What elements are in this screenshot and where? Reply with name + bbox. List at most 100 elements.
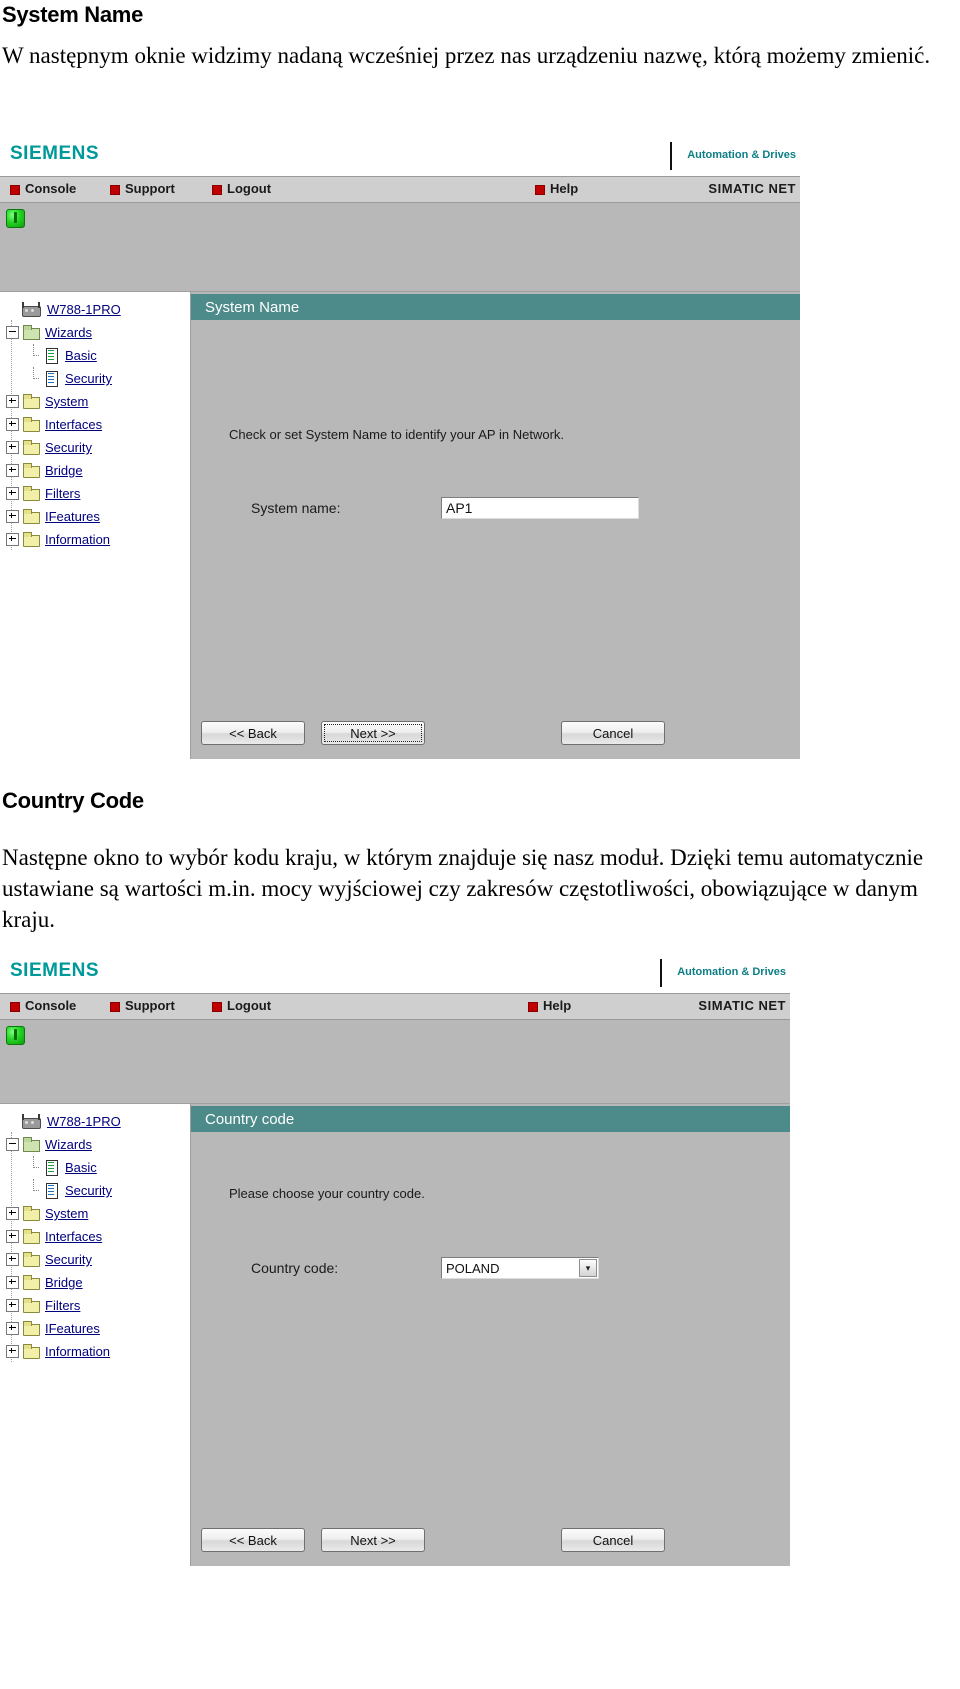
expander-minus-icon[interactable] <box>6 1138 19 1151</box>
tree-item-information[interactable]: Information <box>0 528 190 551</box>
menu-item-support[interactable]: Support <box>110 181 175 196</box>
automation-drives-tagline: Automation & Drives <box>677 966 786 978</box>
tree-item-wizards[interactable]: Wizards <box>0 321 190 344</box>
folder-icon <box>22 1344 40 1359</box>
chevron-down-icon[interactable]: ▾ <box>579 1259 597 1277</box>
next-button[interactable]: Next >> <box>321 721 425 745</box>
menu-item-support[interactable]: Support <box>110 998 175 1013</box>
tree-item-security-wizard[interactable]: Security <box>0 1179 190 1202</box>
folder-icon <box>22 486 40 501</box>
folder-icon <box>22 1298 40 1313</box>
folder-icon <box>22 532 40 547</box>
tree-item-label: W788-1PRO <box>47 1114 121 1129</box>
status-led-icon <box>6 209 25 228</box>
siemens-logo: SIEMENS <box>10 960 100 981</box>
tree-item-filters[interactable]: Filters <box>0 1294 190 1317</box>
brand-bar: SIEMENS Automation & Drives <box>0 955 790 993</box>
page-blue-icon <box>42 371 60 387</box>
expander-plus-icon[interactable] <box>6 418 19 431</box>
panel-description: Check or set System Name to identify you… <box>229 427 565 442</box>
product-label-simatic-net: SIMATIC NET <box>698 998 786 1013</box>
tree-item-bridge[interactable]: Bridge <box>0 459 190 482</box>
tree-connector-icon <box>28 1156 39 1173</box>
expander-plus-icon[interactable] <box>6 1230 19 1243</box>
page-blue-icon <box>42 1183 60 1199</box>
tree-item-label: Wizards <box>45 325 92 340</box>
tree-item-system[interactable]: System <box>0 390 190 413</box>
tree-connector-icon <box>28 344 39 361</box>
tree-item-w788-1pro[interactable]: W788-1PRO <box>0 1110 190 1133</box>
tree-item-label: Bridge <box>45 1275 83 1290</box>
menu-item-help[interactable]: Help <box>535 181 578 196</box>
expander-plus-icon[interactable] <box>6 1322 19 1335</box>
tree-item-label: Basic <box>65 1160 97 1175</box>
back-button[interactable]: << Back <box>201 1528 305 1552</box>
tree-item-basic[interactable]: Basic <box>0 344 190 367</box>
brand-divider <box>670 142 672 170</box>
menu-item-logout[interactable]: Logout <box>212 998 271 1013</box>
tree-item-interfaces[interactable]: Interfaces <box>0 413 190 436</box>
tree-item-basic[interactable]: Basic <box>0 1156 190 1179</box>
tree-item-security[interactable]: Security <box>0 1248 190 1271</box>
page-green-icon <box>42 1160 60 1176</box>
expander-none-icon <box>6 304 17 315</box>
expander-plus-icon[interactable] <box>6 533 19 546</box>
folder-icon <box>22 394 40 409</box>
tree-item-security[interactable]: Security <box>0 436 190 459</box>
expander-plus-icon[interactable] <box>6 510 19 523</box>
expander-plus-icon[interactable] <box>6 1276 19 1289</box>
expander-plus-icon[interactable] <box>6 487 19 500</box>
folder-icon <box>22 1229 40 1244</box>
expander-plus-icon[interactable] <box>6 1299 19 1312</box>
tree-item-label: Bridge <box>45 463 83 478</box>
tree-item-wizards[interactable]: Wizards <box>0 1133 190 1156</box>
menu-item-help[interactable]: Help <box>528 998 571 1013</box>
folder-icon <box>22 463 40 478</box>
tree-item-label: System <box>45 1206 89 1221</box>
country-code-select[interactable]: POLAND ▾ <box>441 1257 599 1279</box>
next-button[interactable]: Next >> <box>321 1528 425 1552</box>
tree-item-label: Filters <box>45 486 81 501</box>
content-pane-system-name: System Name Check or set System Name to … <box>190 292 800 759</box>
tree-item-ifeatures[interactable]: IFeatures <box>0 1317 190 1340</box>
back-button[interactable]: << Back <box>201 721 305 745</box>
expander-plus-icon[interactable] <box>6 1253 19 1266</box>
siemens-logo: SIEMENS <box>10 143 100 164</box>
screenshot-country-code: SIEMENS Automation & Drives Console Supp… <box>0 955 790 1566</box>
cancel-button[interactable]: Cancel <box>561 721 665 745</box>
tree-item-filters[interactable]: Filters <box>0 482 190 505</box>
tree-item-security-wizard[interactable]: Security <box>0 367 190 390</box>
folder-open-icon <box>22 325 40 340</box>
tree-item-w788-1pro[interactable]: W788-1PRO <box>0 298 190 321</box>
panel-header-country-code: Country code <box>191 1104 790 1132</box>
system-name-field-row: System name: AP1 <box>251 497 639 519</box>
tree-item-bridge[interactable]: Bridge <box>0 1271 190 1294</box>
expander-plus-icon[interactable] <box>6 1345 19 1358</box>
menu-item-console[interactable]: Console <box>10 181 76 196</box>
menu-item-console[interactable]: Console <box>10 998 76 1013</box>
country-code-selected-value: POLAND <box>446 1260 500 1276</box>
split-pane: W788-1PRO Wizards Basic Security System … <box>0 1104 790 1566</box>
system-name-input[interactable]: AP1 <box>441 497 639 519</box>
tree-item-label: Basic <box>65 348 97 363</box>
tree-item-interfaces[interactable]: Interfaces <box>0 1225 190 1248</box>
panel-header-system-name: System Name <box>191 292 800 320</box>
tree-item-information[interactable]: Information <box>0 1340 190 1363</box>
expander-plus-icon[interactable] <box>6 464 19 477</box>
folder-icon <box>22 1206 40 1221</box>
expander-plus-icon[interactable] <box>6 395 19 408</box>
status-strip <box>0 1020 790 1104</box>
tree-item-label: Security <box>45 1252 92 1267</box>
menu-bar: Console Support Logout Help SIMATIC NET <box>0 176 800 203</box>
tree-item-label: Wizards <box>45 1137 92 1152</box>
folder-icon <box>22 1252 40 1267</box>
expander-minus-icon[interactable] <box>6 326 19 339</box>
expander-plus-icon[interactable] <box>6 1207 19 1220</box>
expander-plus-icon[interactable] <box>6 441 19 454</box>
tree-item-ifeatures[interactable]: IFeatures <box>0 505 190 528</box>
cancel-button[interactable]: Cancel <box>561 1528 665 1552</box>
page-green-icon <box>42 348 60 364</box>
menu-item-logout[interactable]: Logout <box>212 181 271 196</box>
wizard-button-bar: << Back Next >> Cancel <box>191 1528 790 1554</box>
tree-item-system[interactable]: System <box>0 1202 190 1225</box>
